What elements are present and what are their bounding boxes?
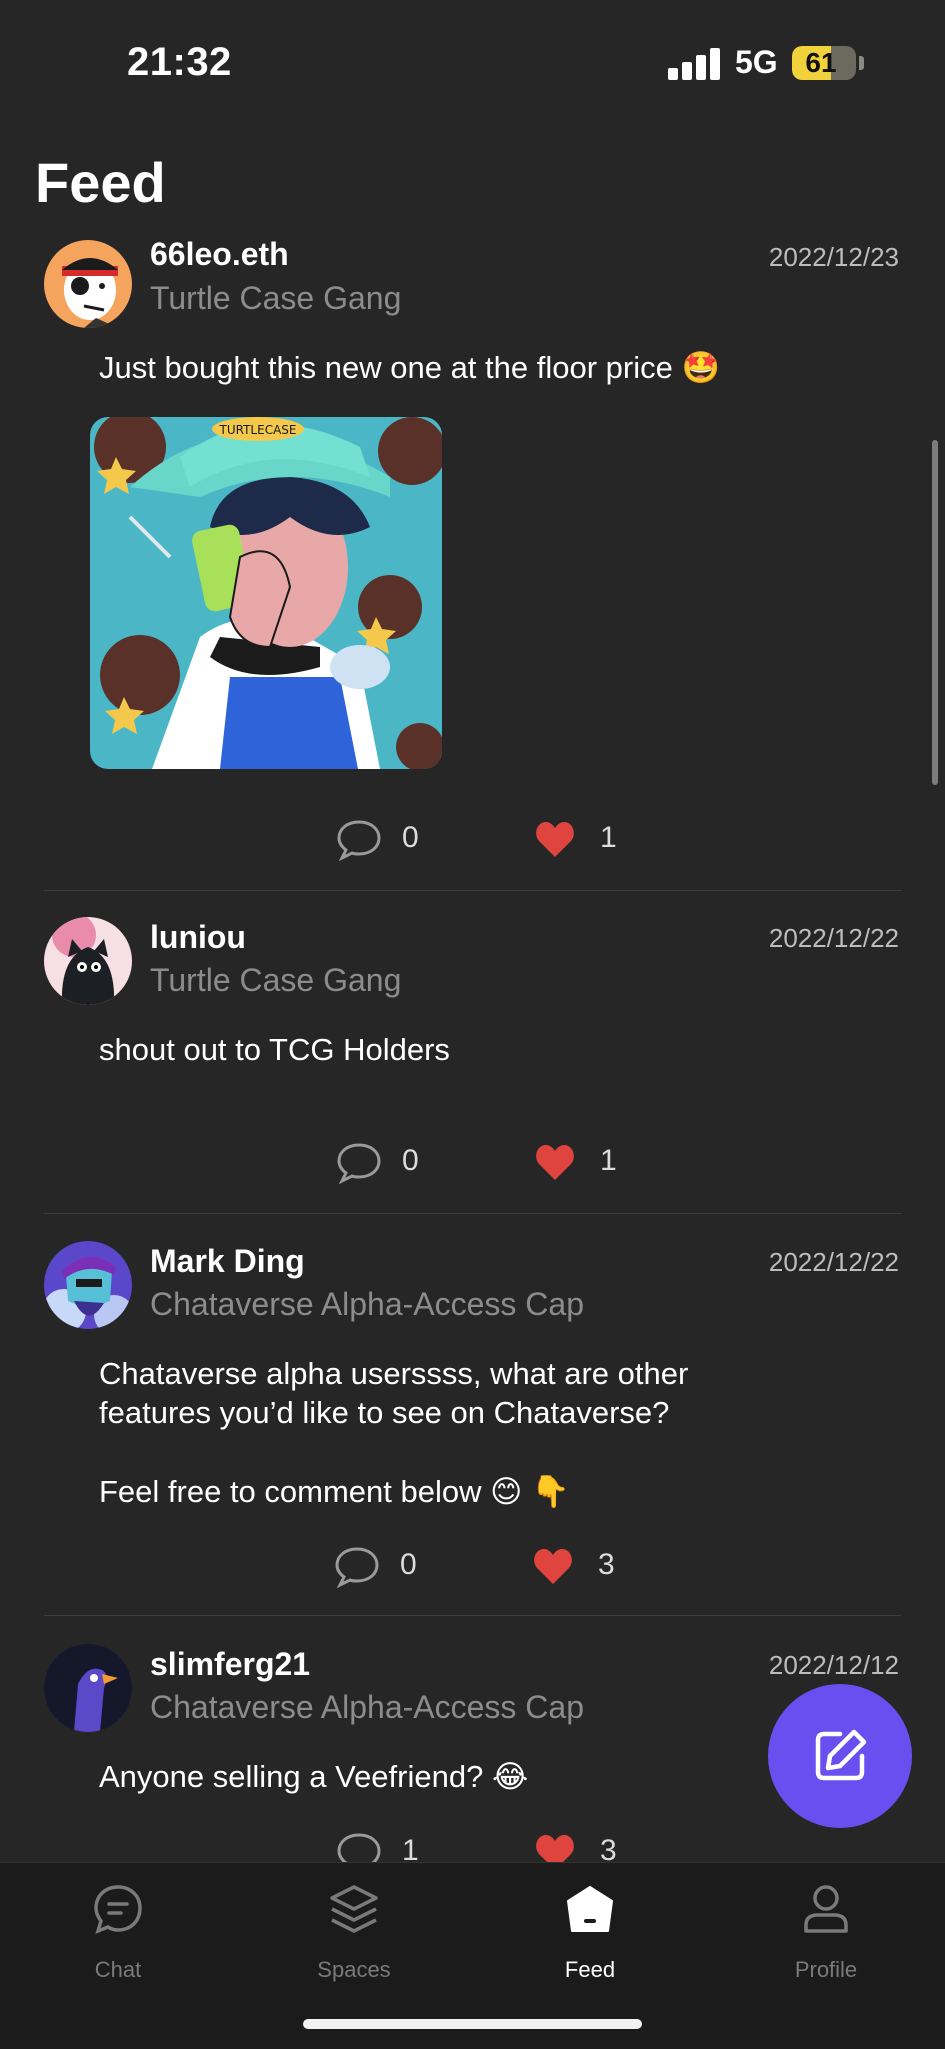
post-divider [44, 1615, 901, 1616]
compose-button[interactable] [768, 1684, 912, 1828]
tab-chat[interactable]: Chat [0, 1863, 236, 2003]
post-username[interactable]: 66leo.eth [150, 236, 289, 273]
like-count: 3 [598, 1548, 615, 1581]
comment-icon [335, 1547, 379, 1588]
like-button[interactable]: 1 [534, 1138, 644, 1188]
tab-spaces[interactable]: Spaces [236, 1863, 472, 2003]
like-count: 1 [600, 821, 617, 854]
like-count: 1 [600, 1144, 617, 1177]
home-icon [567, 1886, 613, 1932]
post-text-line: features you’d like to see on Chataverse… [99, 1395, 670, 1430]
post-date: 2022/12/22 [768, 923, 899, 953]
avatar[interactable] [44, 1644, 132, 1732]
comment-count: 0 [402, 1144, 419, 1177]
post-community[interactable]: Turtle Case Gang [150, 280, 401, 317]
post-username[interactable]: luniou [150, 919, 246, 956]
post-text-line: Chataverse alpha userssss, what are othe… [99, 1356, 689, 1391]
battery-icon: 61 [792, 46, 856, 80]
comment-button[interactable]: 0 [336, 1138, 446, 1188]
like-button[interactable]: 1 [534, 815, 644, 865]
status-time: 21:32 [127, 40, 232, 84]
post-image[interactable]: TURTLECASE [90, 417, 442, 769]
heart-icon [534, 1549, 572, 1584]
battery-percent: 61 [805, 47, 837, 78]
person-icon [804, 1885, 848, 1933]
post-text: shout out to TCG Holders [99, 1032, 450, 1067]
comment-icon [337, 820, 381, 861]
home-indicator[interactable] [303, 2019, 642, 2029]
tab-feed[interactable]: Feed [472, 1863, 708, 2003]
post-community[interactable]: Chataverse Alpha-Access Cap [150, 1286, 584, 1323]
heart-icon [536, 822, 574, 857]
post-divider [44, 890, 901, 891]
feed-post[interactable]: Mark Ding Chataverse Alpha-Access Cap 20… [0, 1235, 945, 1615]
post-date: 2022/12/23 [768, 242, 899, 272]
network-type: 5G [735, 44, 778, 80]
tab-label: Spaces [317, 1957, 391, 1982]
post-username[interactable]: slimferg21 [150, 1646, 310, 1683]
like-button[interactable]: 3 [532, 1542, 642, 1592]
heart-icon [536, 1145, 574, 1180]
tab-label: Profile [794, 1957, 858, 1982]
comment-button[interactable]: 0 [336, 815, 446, 865]
comment-icon [337, 1833, 381, 1862]
like-count: 3 [600, 1834, 617, 1862]
comment-count: 1 [402, 1834, 419, 1862]
feed-post[interactable]: 66leo.eth Turtle Case Gang 2022/12/23 Ju… [0, 230, 945, 890]
status-bar: 21:32 5G 61 [0, 0, 945, 130]
post-divider [44, 1213, 901, 1214]
post-text: Anyone selling a Veefriend? 😂 [99, 1759, 529, 1794]
post-actions: 0 1 [0, 1138, 945, 1188]
post-community[interactable]: Chataverse Alpha-Access Cap [150, 1689, 584, 1726]
heart-icon [536, 1835, 574, 1862]
tab-profile[interactable]: Profile [708, 1863, 944, 2003]
post-date: 2022/12/22 [768, 1247, 899, 1277]
layers-icon [330, 1885, 378, 1933]
post-text: Just bought this new one at the floor pr… [99, 350, 721, 385]
tab-label: Chat [94, 1957, 142, 1982]
feed-post[interactable]: luniou Turtle Case Gang 2022/12/22 shout… [0, 911, 945, 1211]
post-date: 2022/12/12 [768, 1650, 899, 1680]
comment-button[interactable]: 0 [334, 1542, 444, 1592]
post-actions: 0 3 [0, 1542, 945, 1592]
signal-icon [668, 48, 720, 80]
comment-count: 0 [400, 1548, 417, 1581]
comment-button[interactable]: 1 [336, 1828, 446, 1862]
comment-icon [337, 1143, 381, 1184]
post-actions: 0 1 [0, 815, 945, 865]
post-community[interactable]: Turtle Case Gang [150, 962, 401, 999]
tab-label: Feed [564, 1957, 616, 1982]
page-title: Feed [35, 151, 166, 214]
like-button[interactable]: 3 [534, 1828, 644, 1862]
comment-count: 0 [402, 821, 419, 854]
avatar[interactable] [44, 240, 132, 328]
cap-logo-text: TURTLECASE [219, 423, 297, 437]
avatar[interactable] [44, 1241, 132, 1329]
battery-tip [859, 56, 864, 70]
post-actions: 1 3 [0, 1828, 945, 1862]
post-text-line: Feel free to comment below 😊 👇 [99, 1474, 570, 1509]
compose-icon [815, 1729, 867, 1781]
chat-bubble-icon [94, 1885, 142, 1934]
avatar[interactable] [44, 917, 132, 1005]
post-username[interactable]: Mark Ding [150, 1243, 305, 1280]
